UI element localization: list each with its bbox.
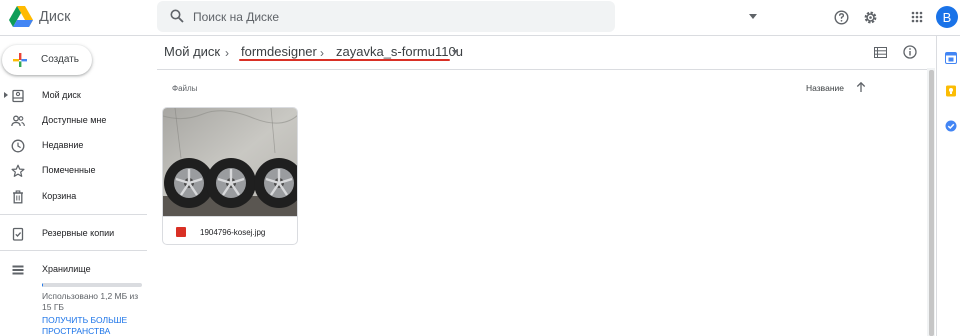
list-view-button[interactable] (871, 43, 889, 61)
search-bar[interactable] (157, 1, 757, 32)
file-name: 1904796-kosej.jpg (200, 228, 266, 237)
breadcrumb-separator-icon: › (320, 46, 324, 60)
gear-icon (864, 11, 876, 23)
clock-icon (11, 139, 25, 153)
folder-menu-chevron-down-icon[interactable] (452, 50, 458, 54)
breadcrumb-folder[interactable]: formdesigner (241, 44, 317, 59)
sort-direction-arrow-up-icon[interactable] (855, 81, 867, 93)
sidebar-item-storage[interactable]: Хранилище (0, 259, 150, 281)
top-bar: Диск B (0, 0, 960, 36)
help-icon (833, 9, 849, 25)
app-title[interactable]: Диск (39, 9, 71, 25)
buy-storage-link[interactable]: ПОЛУЧИТЬ БОЛЬШЕ ПРОСТРАНСТВА (42, 315, 142, 336)
sidebar-item-label: Хранилище (42, 264, 91, 274)
storage-usage-fill (42, 283, 43, 287)
file-card[interactable]: 1904796-kosej.jpg (162, 107, 298, 245)
breadcrumb-current[interactable]: zayavka_s-formu110u (336, 44, 463, 59)
star-icon (11, 164, 25, 177)
sidebar-item-label: Недавние (42, 140, 84, 150)
sidebar-item-label: Резервные копии (42, 228, 115, 238)
expand-arrow-icon[interactable] (4, 92, 8, 98)
plus-icon (13, 53, 27, 67)
shared-with-me-icon (11, 115, 25, 127)
backups-icon (12, 227, 24, 241)
settings-button[interactable] (859, 6, 881, 28)
search-options-icon[interactable] (749, 14, 757, 19)
sort-by-name-button[interactable]: Название (806, 83, 844, 93)
sidebar-item-my-drive[interactable]: Мой диск (0, 85, 150, 107)
scrollbar-thumb[interactable] (929, 70, 934, 336)
keep-icon[interactable] (945, 85, 957, 97)
sidebar-item-label: Доступные мне (42, 115, 107, 125)
apps-grid-icon (911, 11, 923, 23)
my-drive-icon (12, 89, 24, 103)
sidebar-divider (0, 214, 147, 215)
list-view-icon (873, 46, 887, 58)
drive-logo-icon[interactable] (8, 5, 34, 29)
sidebar-item-label: Корзина (42, 191, 77, 201)
new-button[interactable]: Создать (2, 45, 92, 75)
breadcrumb-separator-icon: › (225, 46, 229, 60)
storage-usage-text: Использовано 1,2 МБ из 15 ГБ (42, 291, 139, 312)
details-button[interactable] (901, 43, 919, 61)
search-icon[interactable] (170, 9, 184, 23)
sidebar-item-starred[interactable]: Помеченные (0, 160, 150, 182)
storage-icon (12, 265, 24, 275)
sidebar-divider (0, 250, 147, 251)
sidebar-item-trash[interactable]: Корзина (0, 186, 150, 208)
account-avatar[interactable]: B (936, 6, 958, 28)
trash-icon (13, 190, 23, 204)
info-icon (903, 45, 917, 59)
storage-usage-bar (42, 283, 142, 287)
breadcrumb-root[interactable]: Мой диск (164, 44, 220, 59)
sidebar-item-label: Мой диск (42, 90, 81, 100)
sidebar-item-label: Помеченные (42, 165, 96, 175)
side-panel (936, 36, 960, 336)
sidebar-item-recent[interactable]: Недавние (0, 135, 150, 157)
file-thumbnail (163, 108, 297, 216)
sidebar-item-shared[interactable]: Доступные мне (0, 110, 150, 132)
image-file-icon (176, 227, 186, 237)
search-input[interactable] (193, 1, 573, 32)
calendar-icon[interactable] (945, 52, 957, 64)
files-section-label: Файлы (172, 84, 198, 93)
content-divider (157, 69, 927, 70)
sidebar-item-backups[interactable]: Резервные копии (0, 223, 150, 245)
help-button[interactable] (830, 6, 852, 28)
highlight-underline (239, 59, 450, 61)
file-card-footer: 1904796-kosej.jpg (163, 216, 297, 244)
tasks-icon[interactable] (945, 120, 957, 132)
new-button-label: Создать (41, 54, 80, 65)
apps-button[interactable] (906, 6, 928, 28)
